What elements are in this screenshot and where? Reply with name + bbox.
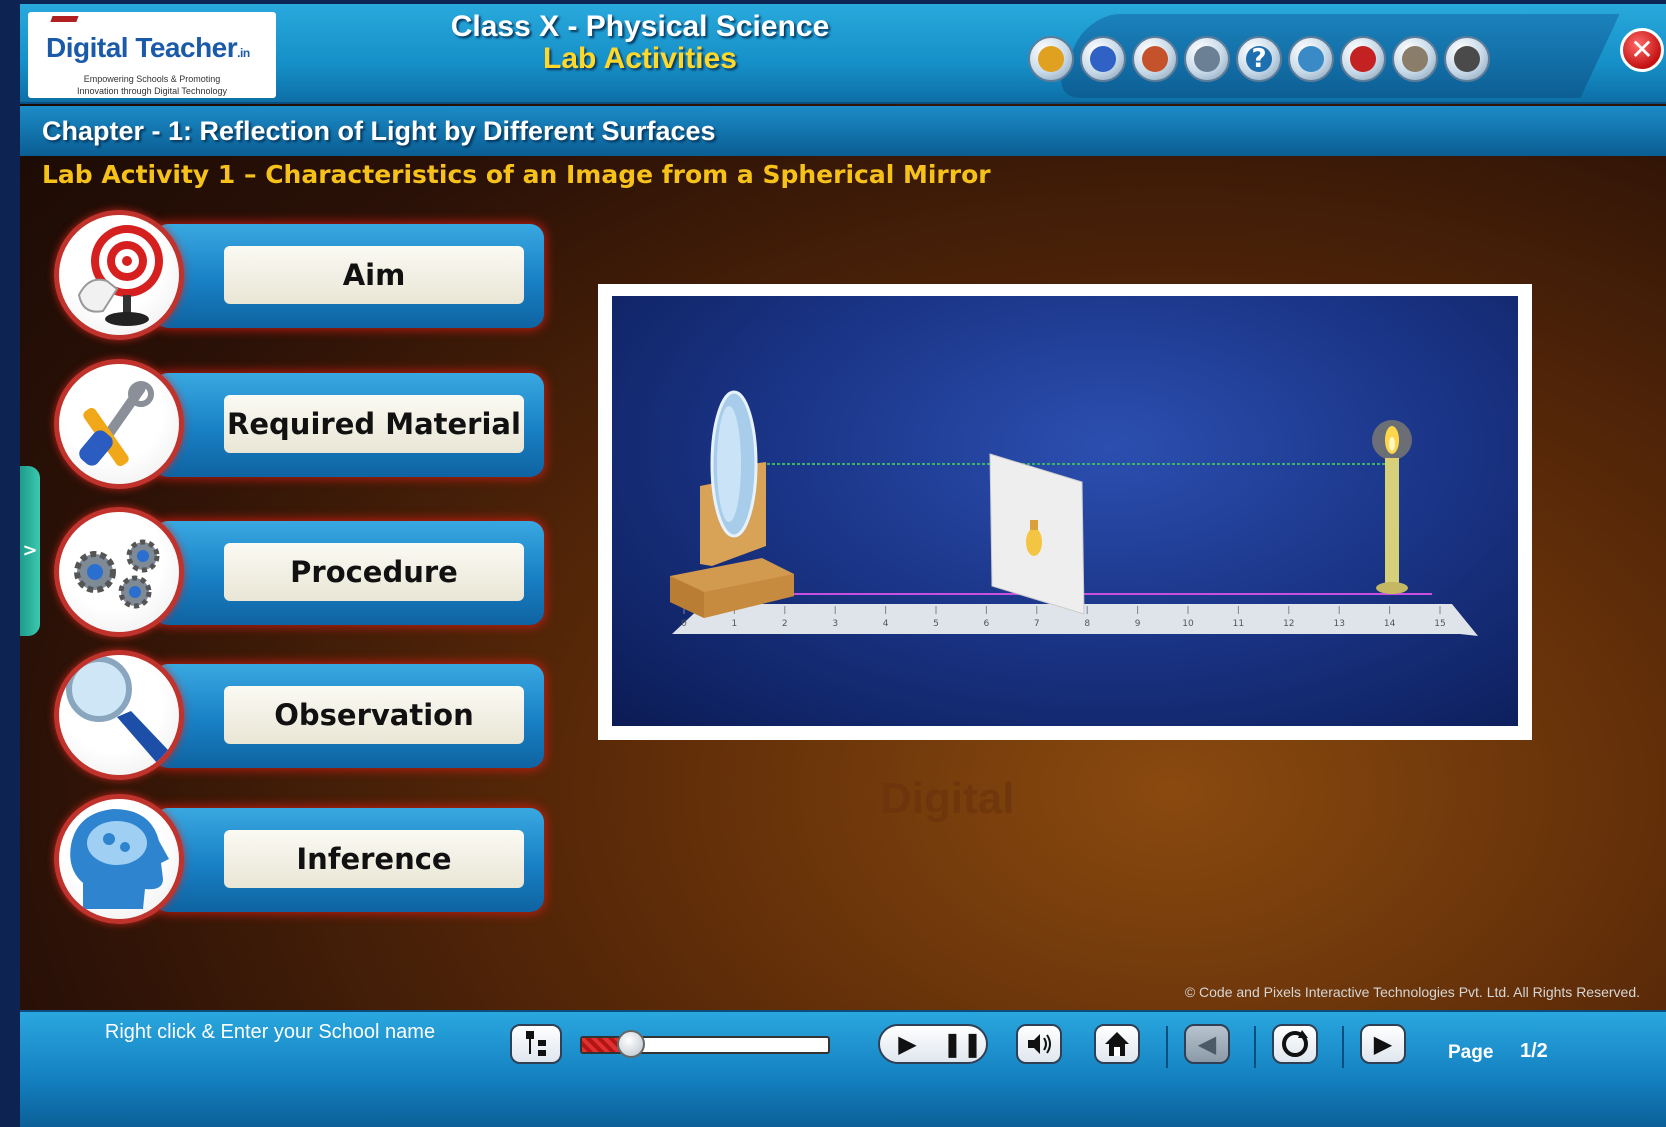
menu-label-procedure[interactable]: Procedure [224,543,524,601]
magnifier-icon[interactable] [54,650,184,780]
scale-tick-label: 2 [782,619,788,629]
scale-tick-label: 7 [1034,619,1040,629]
window-frame: Digital Teacher.in Empowering Schools & … [0,0,1666,1127]
prev-button[interactable]: ◀ [1184,1024,1230,1064]
gallery-icon[interactable] [1028,36,1074,82]
activity-title: Lab Activity 1 – Characteristics of an I… [42,160,991,189]
play-pause-button[interactable]: ▶ ❚❚ [878,1024,988,1064]
menu-item-observation[interactable]: Observation [54,650,554,780]
app-title: Class X - Physical Science [450,10,830,43]
logo: Digital Teacher.in Empowering Schools & … [28,12,276,98]
progress-slider[interactable] [580,1030,830,1058]
play-icon[interactable]: ▶ [880,1026,935,1062]
progress-knob[interactable] [617,1030,646,1058]
refresh-icon [1282,1030,1308,1057]
speaker-icon [1028,1034,1051,1054]
glossary-icon[interactable] [1392,36,1438,82]
menu-label-observation[interactable]: Observation [224,686,524,744]
tools-icon[interactable] [54,359,184,489]
scale-tick-label: 4 [883,619,889,629]
notebook-icon[interactable] [1080,36,1126,82]
lab-simulation[interactable]: 0 1 2 3 4 5 6 7 8 9 10 11 12 13 14 15 [612,296,1518,726]
side-panel-toggle[interactable]: > [20,466,40,636]
menu-item-required-material[interactable]: Required Material [54,359,554,489]
scale-tick-label: 13 [1333,619,1344,629]
app-subtitle: Lab Activities [543,42,737,75]
bottom-bar: Right click & Enter your School name ▶ ❚… [20,1010,1666,1127]
menu-item-procedure[interactable]: Procedure [54,507,554,637]
target-icon[interactable] [54,210,184,340]
help-icon[interactable]: ? [1236,36,1282,82]
logo-brand-main: Digital Teacher [46,32,238,63]
logo-brand: Digital Teacher.in [46,32,250,64]
scale-tick-label: 8 [1084,619,1090,629]
header: Digital Teacher.in Empowering Schools & … [20,4,1666,104]
logo-tagline-1: Empowering Schools & Promoting [83,74,221,84]
next-icon: ▶ [1373,1030,1393,1058]
lab-display-frame: 0 1 2 3 4 5 6 7 8 9 10 11 12 13 14 15 [598,284,1532,740]
chapter-title: Chapter - 1: Reflection of Light by Diff… [42,116,716,146]
logo-brand-suffix: .in [237,46,250,60]
pause-icon[interactable]: ❚❚ [935,1026,990,1062]
gears-icon[interactable] [54,507,184,637]
scale-tick-label: 11 [1233,619,1244,629]
close-button[interactable]: ✕ [1620,28,1664,72]
scale-tick-label: 12 [1283,619,1294,629]
menu-label-required-material[interactable]: Required Material [224,395,524,453]
scale-tick-label: 9 [1135,619,1141,629]
audio-button[interactable] [1016,1024,1062,1064]
separator [1254,1026,1256,1068]
watermark: Digital [880,774,1015,823]
scale-tick-label: 5 [933,619,939,629]
scale-tick-label: 0 [681,619,687,629]
resize-icon[interactable] [1444,36,1490,82]
scale-tick-label: 3 [832,619,838,629]
eraser-icon[interactable] [1132,36,1178,82]
home-button[interactable] [1094,1024,1140,1064]
scale-tick-label: 6 [984,619,990,629]
replay-button[interactable] [1272,1024,1318,1064]
home-icon [1105,1032,1129,1056]
scale-tick-label: 10 [1182,619,1194,629]
search-icon[interactable] [1288,36,1334,82]
graduation-cap-icon [47,16,79,30]
chapter-bar: Chapter - 1: Reflection of Light by Diff… [20,106,1666,156]
notes-icon[interactable] [1184,36,1230,82]
scale-tick-label: 1 [732,619,738,629]
copyright-text: © Code and Pixels Interactive Technologi… [1184,984,1640,1000]
separator [1166,1026,1168,1068]
menu-item-inference[interactable]: Inference [54,794,554,924]
page-label: Page [1448,1042,1494,1063]
menu-item-aim[interactable]: Aim [54,210,554,340]
school-name-field[interactable]: Right click & Enter your School name [100,1020,440,1044]
scale-tick-label: 14 [1384,619,1396,629]
separator [1342,1026,1344,1068]
menu-label-inference[interactable]: Inference [224,830,524,888]
page-number: 1/2 [1520,1040,1548,1062]
scale-tick-label: 15 [1434,619,1445,629]
prev-icon: ◀ [1197,1030,1217,1058]
book-icon[interactable] [1340,36,1386,82]
logo-tagline-2: Innovation through Digital Technology [77,86,227,96]
menu-label-aim[interactable]: Aim [224,246,524,304]
brain-icon[interactable] [54,794,184,924]
app-window: Digital Teacher.in Empowering Schools & … [20,4,1666,1127]
toc-button[interactable] [510,1024,562,1064]
lab-scene: 0 1 2 3 4 5 6 7 8 9 10 11 12 13 14 15 [670,390,1478,636]
next-button[interactable]: ▶ [1360,1024,1406,1064]
table-of-contents-icon [526,1031,546,1056]
